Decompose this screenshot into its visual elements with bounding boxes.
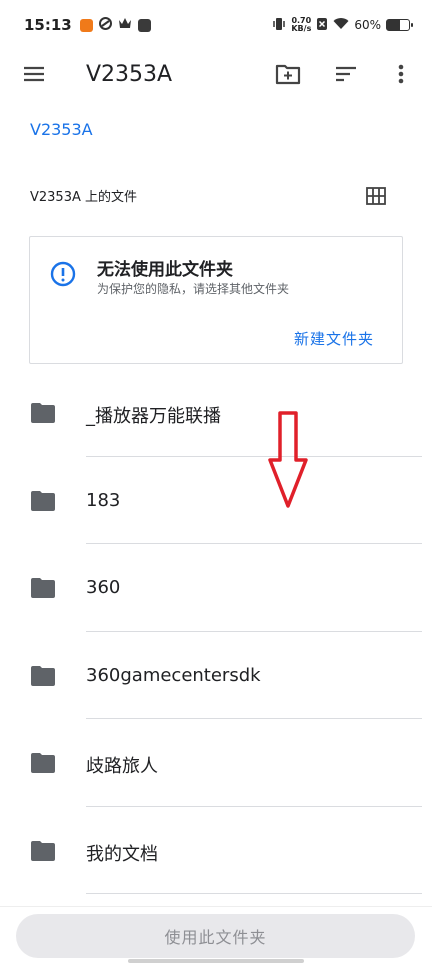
folder-icon [31,578,55,602]
file-name: 183 [86,489,121,511]
notification-app-icon [79,18,93,32]
battery-icon [386,19,413,31]
file-row[interactable]: 我的文档 [0,807,432,894]
gesture-bar[interactable] [128,959,304,963]
vibrate-icon [272,17,286,34]
annotation-arrow-icon [266,410,310,514]
file-list: _播放器万能联播 183 360 360gamecentersdk 歧路旅人 我… [0,369,432,894]
notice-card: 无法使用此文件夹 为保护您的隐私，请选择其他文件夹 新建文件夹 [29,236,403,364]
folder-icon [31,840,55,865]
create-folder-button[interactable] [264,50,312,98]
new-folder-button[interactable]: 新建文件夹 [294,328,374,349]
notification-link-icon [98,16,112,34]
bottom-bar: 使用此文件夹 [0,906,432,964]
status-bar: 15:13 0.70 KB/s 60% [0,0,432,50]
hamburger-menu-icon [24,66,44,82]
info-icon [50,261,76,291]
file-name: 360gamecentersdk [86,664,261,686]
battery-percent: 60% [354,18,381,32]
notice-title: 无法使用此文件夹 [97,260,233,280]
file-name: 我的文档 [86,843,158,865]
sort-icon [336,66,356,82]
file-row[interactable]: 360 [0,544,432,632]
create-folder-icon [275,64,301,85]
file-row[interactable]: 183 [0,457,432,544]
status-right: 0.70 KB/s 60% [272,17,413,34]
divider [86,893,422,894]
file-name: 360 [86,577,121,598]
folder-icon [31,753,55,777]
sim-off-icon [316,17,328,34]
app-bar: V2353A [0,50,432,98]
menu-button[interactable] [10,50,58,98]
file-name: _播放器万能联播 [86,406,221,427]
folder-icon [31,665,55,690]
battery-fill [387,20,401,30]
network-speed: 0.70 KB/s [291,17,311,33]
folder-icon [31,490,55,515]
file-row[interactable]: 歧路旅人 [0,719,432,807]
use-folder-button[interactable]: 使用此文件夹 [16,914,415,958]
folder-icon [31,403,55,427]
breadcrumb[interactable]: V2353A [30,120,93,139]
file-name: 歧路旅人 [86,756,158,777]
file-row[interactable]: 360gamecentersdk [0,632,432,719]
status-time: 15:13 [24,16,72,34]
grid-view-button[interactable] [352,172,400,220]
section-label: V2353A 上的文件 [30,190,138,205]
file-row[interactable]: _播放器万能联播 [0,369,432,457]
grid-view-icon [366,187,386,205]
sort-button[interactable] [322,50,370,98]
notification-crown-icon [118,17,132,33]
network-speed-unit: KB/s [291,24,312,33]
notification-play-icon [137,18,151,32]
app-title: V2353A [86,61,173,87]
wifi-icon [333,17,349,33]
more-vert-icon [398,64,404,84]
status-left: 15:13 [24,16,151,34]
notice-subtitle: 为保护您的隐私，请选择其他文件夹 [97,282,290,296]
more-options-button[interactable] [377,50,425,98]
